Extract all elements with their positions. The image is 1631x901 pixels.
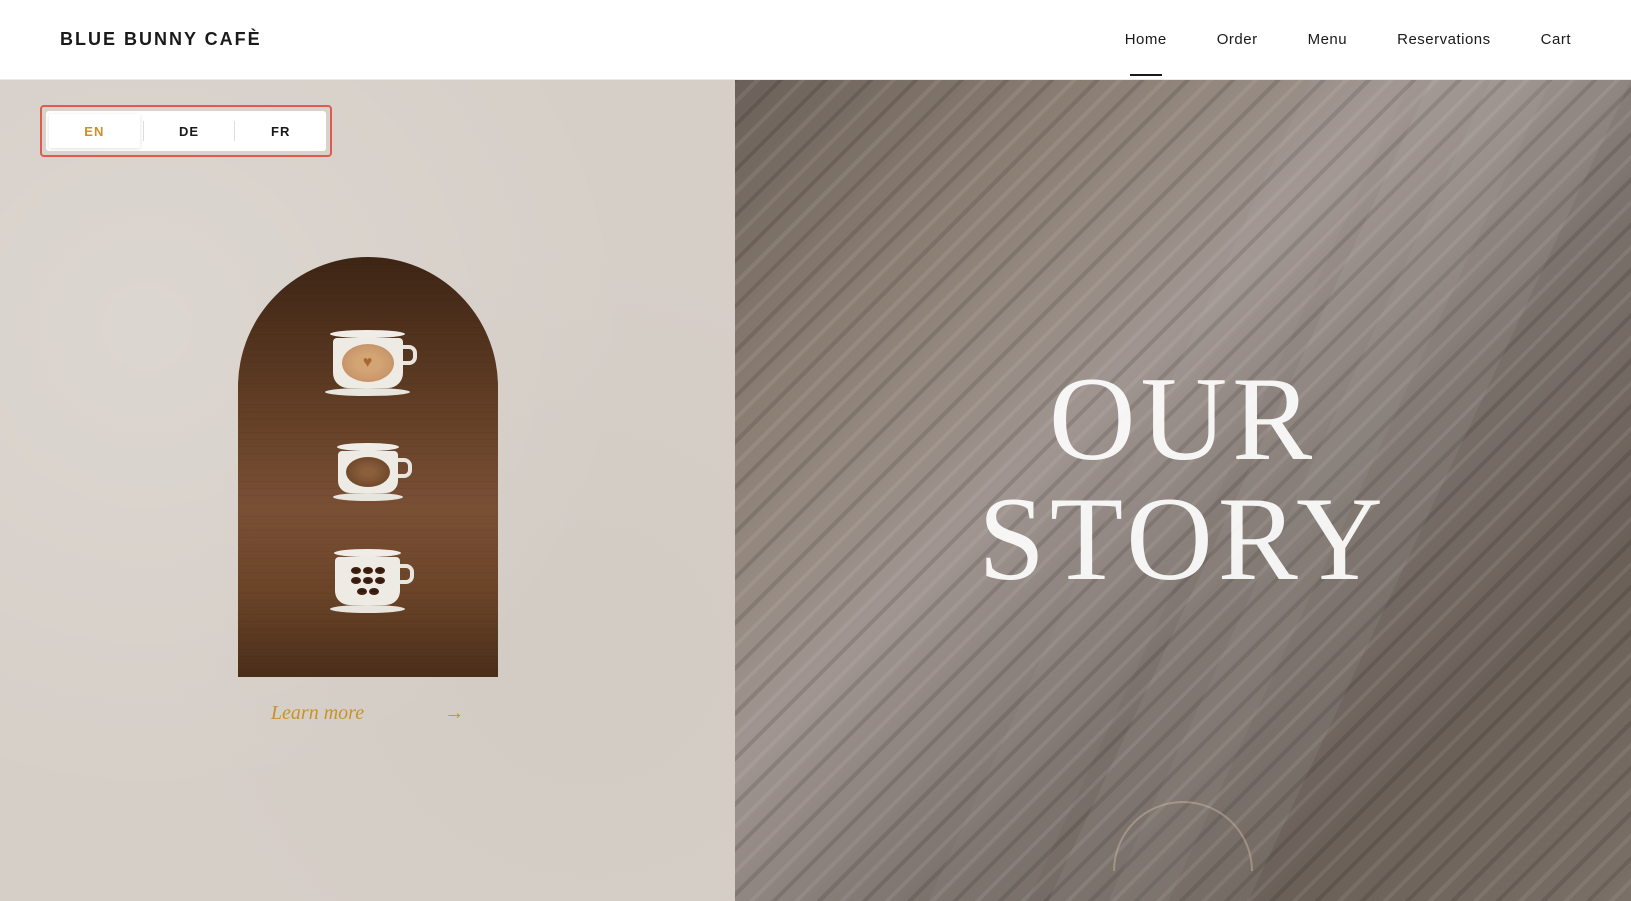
nav-home[interactable]: Home bbox=[1125, 31, 1167, 48]
lang-de-button[interactable]: DE bbox=[144, 111, 235, 151]
nav: Home Order Menu Reservations Cart bbox=[1125, 31, 1571, 48]
left-panel: EN DE FR ♥ bbox=[0, 80, 735, 901]
latte-art: ♥ bbox=[342, 344, 394, 382]
coffee-cup-espresso bbox=[333, 443, 403, 501]
cup-rim-1 bbox=[330, 330, 405, 338]
cup-handle-3 bbox=[400, 564, 414, 584]
nav-order[interactable]: Order bbox=[1217, 31, 1258, 48]
bean-4 bbox=[351, 577, 361, 584]
story-label: STORY bbox=[978, 479, 1388, 599]
our-label: OUR bbox=[978, 359, 1388, 479]
learn-more-label[interactable]: Learn more bbox=[271, 702, 364, 725]
bean-5 bbox=[363, 577, 373, 584]
bean-8 bbox=[369, 588, 379, 595]
cup-saucer-3 bbox=[330, 605, 405, 613]
logo: BLUE BUNNY CAFÈ bbox=[60, 29, 262, 50]
bean-6 bbox=[375, 577, 385, 584]
bean-7 bbox=[357, 588, 367, 595]
coffee-items: ♥ bbox=[238, 257, 498, 677]
bean-3 bbox=[375, 567, 385, 574]
cup-rim-3 bbox=[334, 549, 401, 557]
nav-menu[interactable]: Menu bbox=[1308, 31, 1348, 48]
espresso-surface bbox=[346, 457, 390, 487]
cup-saucer-1 bbox=[325, 388, 410, 396]
nav-reservations[interactable]: Reservations bbox=[1397, 31, 1491, 48]
story-text: OUR STORY bbox=[978, 359, 1388, 599]
lang-en-button[interactable]: EN bbox=[49, 114, 140, 148]
cup-handle-1 bbox=[403, 345, 417, 365]
cup-bowl-2 bbox=[338, 451, 398, 493]
coffee-cup-beans bbox=[330, 549, 405, 613]
cup-rim-2 bbox=[337, 443, 399, 451]
lang-fr-button[interactable]: FR bbox=[235, 111, 326, 151]
cup-bowl-3 bbox=[335, 557, 400, 605]
nav-cart[interactable]: Cart bbox=[1541, 31, 1571, 48]
coffee-cup-latte: ♥ bbox=[330, 330, 405, 396]
cup-saucer-2 bbox=[333, 493, 403, 501]
bean-2 bbox=[363, 567, 373, 574]
coffee-beans bbox=[343, 563, 393, 598]
learn-more-arrow[interactable]: → bbox=[444, 702, 464, 725]
language-switcher-wrapper: EN DE FR bbox=[40, 105, 332, 157]
cup-bowl-1: ♥ bbox=[333, 338, 403, 388]
bean-1 bbox=[351, 567, 361, 574]
main-content: EN DE FR ♥ bbox=[0, 80, 1631, 901]
learn-more-section: Learn more → bbox=[271, 702, 464, 725]
language-switcher: EN DE FR bbox=[46, 111, 326, 151]
coffee-arch-image: ♥ bbox=[238, 257, 498, 677]
header: BLUE BUNNY CAFÈ Home Order Menu Reservat… bbox=[0, 0, 1631, 80]
right-panel: OUR STORY bbox=[735, 80, 1631, 901]
cup-handle-2 bbox=[398, 458, 412, 478]
